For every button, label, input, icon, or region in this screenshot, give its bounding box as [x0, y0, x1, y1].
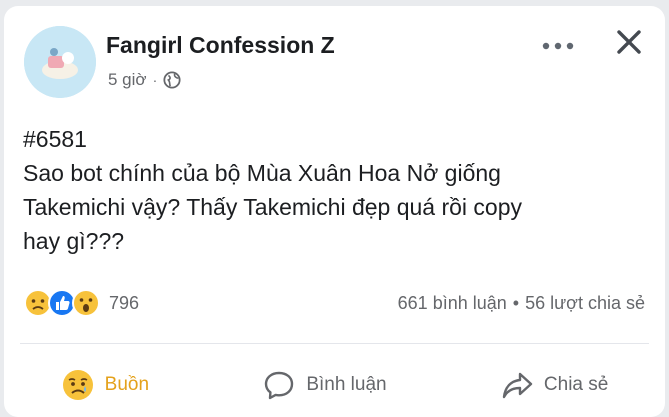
page-name[interactable]: Fangirl Confession Z: [106, 32, 335, 59]
post-stats: 796 661 bình luận • 56 lượt chia sẻ: [23, 288, 645, 318]
close-icon[interactable]: [615, 28, 643, 56]
react-label: Buồn: [104, 374, 150, 395]
post-text-line: Sao bot chính của bộ Mùa Xuân Hoa Nở giố…: [23, 160, 501, 186]
more-options-button[interactable]: [541, 32, 575, 52]
engagement-counts: 661 bình luận • 56 lượt chia sẻ: [398, 293, 645, 314]
comment-icon: [265, 371, 294, 400]
count-separator: •: [512, 292, 520, 313]
page-avatar[interactable]: [24, 26, 96, 98]
divider: [20, 343, 649, 344]
share-count[interactable]: 56 lượt chia sẻ: [525, 293, 645, 314]
post-time[interactable]: 5 giờ: [108, 70, 147, 90]
post-hashtag: #6581: [23, 126, 87, 152]
share-icon: [502, 372, 533, 399]
post-content: #6581 Sao bot chính của bộ Mùa Xuân Hoa …: [23, 122, 645, 258]
comment-count[interactable]: 661 bình luận: [398, 293, 507, 314]
share-label: Chia sẻ: [543, 374, 609, 395]
globe-icon: [163, 71, 181, 89]
reaction-summary[interactable]: 796: [23, 288, 139, 318]
comment-label: Bình luận: [306, 374, 387, 395]
post-card: Fangirl Confession Z 5 giờ · #6581 Sao b…: [4, 6, 665, 417]
sad-face-icon: [62, 370, 93, 400]
post-text-line: Takemichi vậy? Thấy Takemichi đẹp quá rồ…: [23, 194, 523, 220]
reaction-count: 796: [109, 292, 140, 313]
react-button[interactable]: Buồn: [61, 368, 149, 402]
comment-button[interactable]: Bình luận: [262, 368, 387, 402]
meta-separator: ·: [152, 72, 158, 88]
wow-reaction-icon: [72, 289, 100, 317]
more-icon: [542, 42, 574, 50]
post-text-line: hay gì???: [23, 228, 125, 254]
post-meta: 5 giờ ·: [108, 70, 181, 90]
post-header: Fangirl Confession Z 5 giờ ·: [24, 26, 645, 106]
action-bar: Buồn Bình luận Chia sẻ: [4, 356, 665, 414]
share-button[interactable]: Chia sẻ: [500, 368, 608, 402]
